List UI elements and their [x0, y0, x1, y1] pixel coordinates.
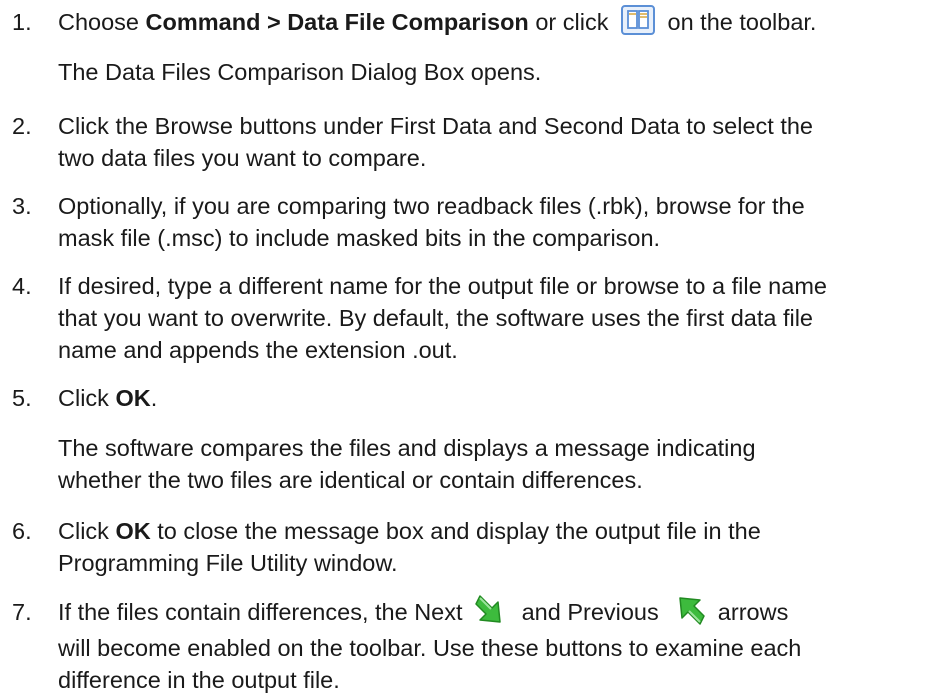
step-number: 5.: [12, 385, 32, 411]
step-text-line: that you want to overwrite. By default, …: [58, 305, 813, 331]
step-text-line: mask file (.msc) to include masked bits …: [58, 225, 661, 251]
step-text-line: difference in the output file.: [58, 667, 340, 693]
step-text-post: .: [150, 385, 158, 411]
step-text: Click OK.: [58, 382, 920, 414]
step-text-pre: If the files contain differences, the Ne…: [58, 599, 470, 626]
previous-difference-arrow-icon[interactable]: [670, 592, 706, 628]
step-number: 2.: [12, 113, 32, 139]
procedure-steps: 1. Choose Command > Data File Comparison…: [0, 0, 930, 693]
ok-label: OK: [115, 385, 151, 411]
menu-command: Command > Data File Comparison: [145, 9, 529, 36]
step-text-pre: Choose: [58, 9, 146, 36]
step-number: 3.: [12, 193, 32, 219]
step-text: Choose Command > Data File Comparison or…: [58, 5, 920, 42]
step-text-post: arrows: [711, 599, 789, 626]
step-text: Optionally, if you are comparing two rea…: [58, 190, 920, 254]
step-text: If the files contain differences, the Ne…: [58, 595, 920, 696]
step-text-line: Optionally, if you are comparing two rea…: [58, 193, 805, 219]
step-1-result: The Data Files Comparison Dialog Box ope…: [58, 59, 542, 85]
step-text-pre: Click: [58, 385, 116, 411]
step-text-line: will become enabled on the toolbar. Use …: [58, 635, 802, 661]
step-text-line: Programming File Utility window.: [58, 550, 398, 576]
step-text-mid: or click: [528, 9, 615, 36]
result-line: whether the two files are identical or c…: [58, 467, 643, 493]
step-text: Click the Browse buttons under First Dat…: [58, 110, 920, 174]
step-text: If desired, type a different name for th…: [58, 270, 920, 366]
data-file-comparison-icon[interactable]: [620, 2, 656, 38]
step-text-mid: and Previous: [515, 599, 666, 626]
step-text-line: Click the Browse buttons under First Dat…: [58, 113, 814, 139]
step-text-line: name and appends the extension .out.: [58, 337, 458, 363]
step-text: Click OK to close the message box and di…: [58, 515, 920, 579]
step-text-post: to close the message box and display the…: [150, 518, 761, 544]
ok-label: OK: [115, 518, 151, 544]
step-number: 7.: [12, 599, 32, 625]
step-number: 6.: [12, 518, 32, 544]
result-line: The software compares the files and disp…: [58, 435, 756, 461]
step-number: 1.: [12, 9, 32, 35]
step-text-line: If desired, type a different name for th…: [58, 273, 827, 299]
step-text-line: two data files you want to compare.: [58, 145, 427, 171]
step-number: 4.: [12, 273, 32, 299]
step-text-post: on the toolbar.: [660, 9, 817, 36]
step-5-result: The software compares the files and disp…: [58, 432, 920, 496]
step-text-pre: Click: [58, 518, 116, 544]
next-difference-arrow-icon[interactable]: [474, 592, 510, 628]
